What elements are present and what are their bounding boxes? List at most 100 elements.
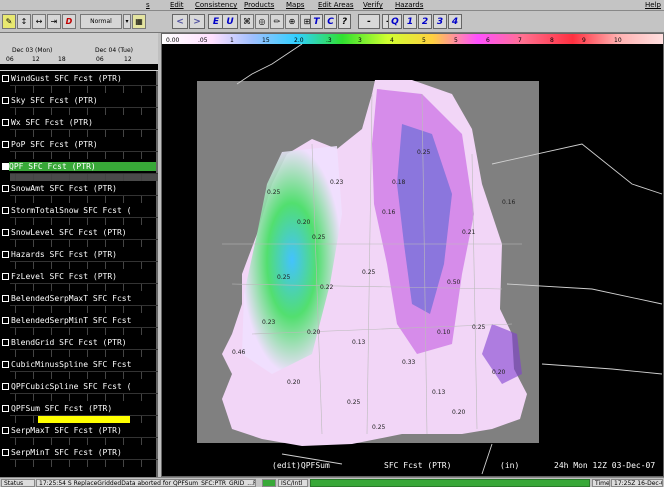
mode-dropdown-icon[interactable]: ▾ xyxy=(123,14,131,29)
u-button[interactable]: U xyxy=(222,14,238,29)
wind-icon[interactable]: ⌘ xyxy=(240,14,254,29)
one-button[interactable]: 1 xyxy=(403,14,417,29)
timeline[interactable]: Dec 03 (Mon) Dec 04 (Tue) 06 12 18 06 12 xyxy=(0,33,158,71)
grid-row[interactable]: Sky SFC Fcst (PTR) xyxy=(0,95,158,117)
shift-icon[interactable]: ↔ xyxy=(32,14,46,29)
grid-block-selected[interactable] xyxy=(38,416,130,423)
t-button[interactable]: T xyxy=(310,14,323,29)
grid-timeline-track[interactable] xyxy=(10,261,158,269)
grid-icon[interactable]: ▦ xyxy=(132,14,146,29)
grid-checkbox[interactable] xyxy=(2,361,9,368)
draw-icon[interactable]: D xyxy=(62,14,76,29)
grid-checkbox[interactable] xyxy=(2,97,9,104)
grid-checkbox[interactable] xyxy=(2,207,9,214)
select-icon[interactable]: ⇥ xyxy=(47,14,61,29)
grid-checkbox[interactable] xyxy=(2,229,9,236)
grid-timeline-track[interactable] xyxy=(10,151,158,159)
q-button[interactable]: Q xyxy=(388,14,402,29)
grid-timeline-track[interactable] xyxy=(10,217,158,225)
grid-checkbox[interactable] xyxy=(2,273,9,280)
step-forward-button[interactable]: > xyxy=(189,14,205,29)
grid-row[interactable]: BelendedSerpMinT SFC Fcst xyxy=(0,315,158,337)
c-button[interactable]: C xyxy=(324,14,337,29)
map-value-label: 0.20 xyxy=(297,219,311,226)
grid-checkbox[interactable] xyxy=(2,141,9,148)
grid-row[interactable]: Wx SFC Fcst (PTR) xyxy=(0,117,158,139)
pencil-icon[interactable]: ✏ xyxy=(270,14,284,29)
map-value-label: 0.13 xyxy=(352,339,366,346)
grid-row[interactable]: CubicMinusSpline SFC Fcst xyxy=(0,359,158,381)
colorbar-label: 15 xyxy=(262,37,270,44)
step-back-button[interactable]: < xyxy=(172,14,188,29)
grid-checkbox[interactable] xyxy=(2,163,9,170)
grid-timeline-track[interactable] xyxy=(10,305,158,313)
edit-mode-icon[interactable]: ✎ xyxy=(2,14,16,29)
minus-button[interactable]: - xyxy=(358,14,380,29)
menu-help[interactable]: Help xyxy=(645,1,661,9)
grid-checkbox[interactable] xyxy=(2,383,9,390)
grid-row[interactable]: SerpMaxT SFC Fcst (PTR) xyxy=(0,425,158,447)
grid-row[interactable]: SerpMinT SFC Fcst (PTR) xyxy=(0,447,158,469)
grid-timeline-track[interactable] xyxy=(10,85,158,93)
grid-checkbox[interactable] xyxy=(2,339,9,346)
map-value-label: 0.10 xyxy=(437,329,451,336)
bottom-bar: Status 17:25:54 S ReplaceGriddedData abo… xyxy=(0,477,664,487)
grid-checkbox[interactable] xyxy=(2,75,9,82)
grid-timeline-track[interactable] xyxy=(10,459,158,467)
grid-timeline-track[interactable] xyxy=(10,371,158,379)
pan-icon[interactable]: ↕ xyxy=(17,14,31,29)
three-button[interactable]: 3 xyxy=(433,14,447,29)
grid-timeline-track[interactable] xyxy=(10,283,158,291)
grid-row[interactable]: QPFSum SFC Fcst (PTR) xyxy=(0,403,158,425)
grid-checkbox[interactable] xyxy=(2,295,9,302)
grid-row[interactable]: PoP SFC Fcst (PTR) xyxy=(0,139,158,161)
sample-icon[interactable]: ⊕ xyxy=(285,14,299,29)
grid-row[interactable]: FzLevel SFC Fcst (PTR) xyxy=(0,271,158,293)
grid-checkbox[interactable] xyxy=(2,185,9,192)
menu-edit[interactable]: Edit xyxy=(170,1,184,9)
mode-select[interactable]: Normal xyxy=(80,14,122,29)
grid-checkbox[interactable] xyxy=(2,317,9,324)
map-panel[interactable]: 0.00 .05 1 15 2.0 .3 3 4 5 5 6 7 8 9 10 0.25 0.20 0.25 0.… xyxy=(161,33,664,477)
grid-checkbox[interactable] xyxy=(2,427,9,434)
grid-checkbox[interactable] xyxy=(2,251,9,258)
isc-intl-button[interactable]: ISC/Intl xyxy=(278,479,308,487)
grid-row[interactable]: SnowLevel SFC Fcst (PTR) xyxy=(0,227,158,249)
status-button[interactable]: Status xyxy=(1,479,35,487)
grid-row[interactable]: BelendedSerpMaxT SFC Fcst xyxy=(0,293,158,315)
menu-hazards[interactable]: Hazards xyxy=(395,1,423,9)
menu-item[interactable]: s xyxy=(146,1,150,9)
menu-maps[interactable]: Maps xyxy=(286,1,304,9)
grid-timeline-track[interactable] xyxy=(10,173,158,181)
grid-timeline-track[interactable] xyxy=(10,129,158,137)
menu-products[interactable]: Products xyxy=(244,1,274,9)
grid-row[interactable]: QPFCubicSpline SFC Fcst ( xyxy=(0,381,158,403)
contour-icon[interactable]: ◎ xyxy=(255,14,269,29)
grid-timeline-track[interactable] xyxy=(10,195,158,203)
grid-timeline-track[interactable] xyxy=(10,437,158,445)
menu-consistency[interactable]: Consistency xyxy=(195,1,237,9)
grid-manager: Dec 03 (Mon) Dec 04 (Tue) 06 12 18 06 12… xyxy=(0,33,158,477)
grid-row[interactable]: QPF SFC Fcst (PTR) xyxy=(0,161,158,183)
menu-edit-areas[interactable]: Edit Areas xyxy=(318,1,354,9)
grid-row[interactable]: BlendGrid SFC Fcst (PTR) xyxy=(0,337,158,359)
map-value-label: 0.20 xyxy=(307,329,321,336)
grid-checkbox[interactable] xyxy=(2,119,9,126)
grid-timeline-track[interactable] xyxy=(10,239,158,247)
four-button[interactable]: 4 xyxy=(448,14,462,29)
grid-row[interactable]: WindGust SFC Fcst (PTR) xyxy=(0,73,158,95)
grid-timeline-track[interactable] xyxy=(10,349,158,357)
grid-timeline-track[interactable] xyxy=(10,327,158,335)
map-canvas[interactable]: 0.00 .05 1 15 2.0 .3 3 4 5 5 6 7 8 9 10 0.25 0.20 0.25 0.… xyxy=(162,34,663,476)
grid-row[interactable]: Hazards SFC Fcst (PTR) xyxy=(0,249,158,271)
help-button[interactable]: ? xyxy=(338,14,351,29)
grid-timeline-track[interactable] xyxy=(10,107,158,115)
grid-checkbox[interactable] xyxy=(2,405,9,412)
grid-timeline-track[interactable] xyxy=(10,415,158,423)
grid-row[interactable]: StormTotalSnow SFC Fcst ( xyxy=(0,205,158,227)
two-button[interactable]: 2 xyxy=(418,14,432,29)
menu-verify[interactable]: Verify xyxy=(363,1,383,9)
grid-checkbox[interactable] xyxy=(2,449,9,456)
grid-row[interactable]: SnowAmt SFC Fcst (PTR) xyxy=(0,183,158,205)
grid-timeline-track[interactable] xyxy=(10,393,158,401)
